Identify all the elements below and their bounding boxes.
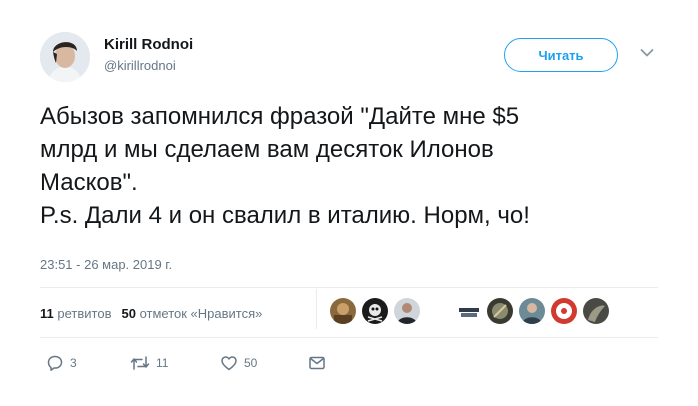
liker-avatar[interactable]: [519, 298, 545, 324]
author-photo: [40, 32, 90, 82]
author-avatar[interactable]: [40, 32, 90, 82]
divider: [40, 287, 658, 288]
liker-avatar[interactable]: [362, 298, 388, 324]
tweet-stats: 11 ретвитов 50 отметок «Нравится»: [40, 306, 262, 321]
retweet-stat[interactable]: 11 ретвитов: [40, 306, 111, 321]
like-stat-label: отметок «Нравится»: [139, 306, 263, 321]
tweet-text: Абызов запомнился фразой "Дайте мне $5 м…: [40, 100, 680, 232]
liker-avatar[interactable]: [583, 298, 609, 324]
like-count: 50: [121, 306, 136, 321]
author-handle[interactable]: @kirillrodnoi: [104, 58, 176, 73]
reply-count: 3: [70, 356, 77, 370]
chevron-down-icon[interactable]: [640, 48, 654, 58]
liker-avatar[interactable]: [487, 298, 513, 324]
heart-icon: [221, 356, 237, 371]
tweet-timestamp[interactable]: 23:51 - 26 мар. 2019 г.: [40, 257, 172, 272]
like-action-count: 50: [244, 356, 258, 370]
retweet-count: 11: [40, 306, 54, 321]
reply-button[interactable]: 3: [46, 354, 77, 372]
tweet-line: Масков".: [40, 169, 138, 196]
retweet-action-count: 11: [156, 356, 169, 370]
like-button[interactable]: 50: [220, 354, 257, 372]
liker-avatar[interactable]: [394, 298, 420, 324]
retweet-button[interactable]: 11: [130, 354, 168, 372]
divider: [40, 337, 658, 338]
liker-avatar[interactable]: [551, 298, 577, 324]
retweet-icon: [130, 356, 150, 370]
author-name[interactable]: Kirill Rodnoi: [104, 36, 193, 53]
follow-button[interactable]: Читать: [504, 38, 618, 72]
stats-separator: [316, 289, 317, 329]
like-stat[interactable]: 50 отметок «Нравится»: [121, 306, 262, 321]
tweet-line: Абызов запомнился фразой "Дайте мне $5: [40, 103, 520, 130]
message-button[interactable]: [308, 354, 326, 372]
tweet-line: P.s. Дали 4 и он свалил в италию. Норм, …: [40, 202, 530, 229]
tweet-line: млрд и мы сделаем вам десяток Илонов: [40, 136, 494, 163]
retweet-stat-label: ретвитов: [57, 306, 112, 321]
envelope-icon: [309, 356, 325, 370]
liker-avatar[interactable]: [330, 298, 356, 324]
reply-icon: [47, 355, 63, 371]
liker-avatar[interactable]: [458, 304, 480, 320]
